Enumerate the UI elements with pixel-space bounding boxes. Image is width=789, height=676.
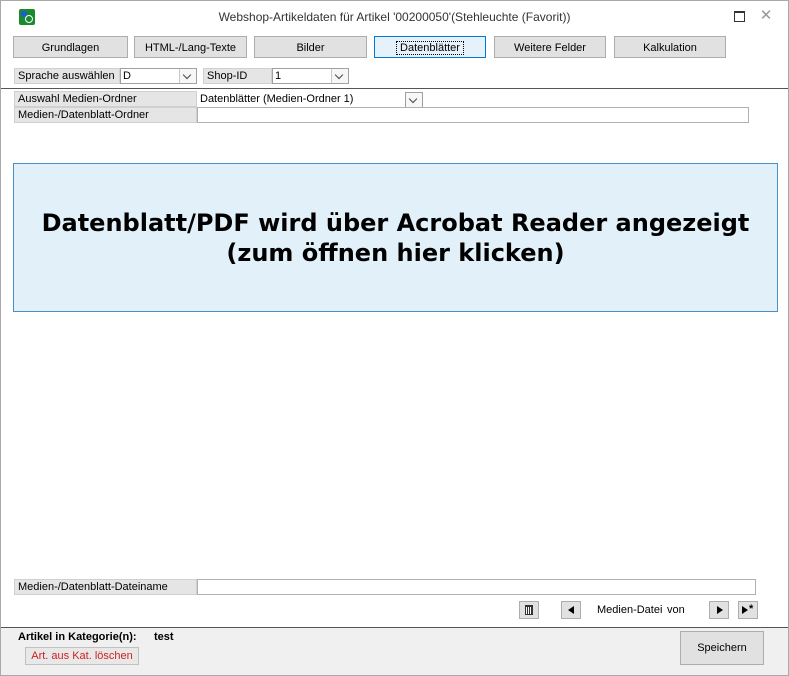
asterisk-icon: * bbox=[749, 603, 754, 615]
media-filename-field[interactable] bbox=[197, 579, 756, 595]
window-title: Webshop-Artikeldaten für Artikel '002000… bbox=[218, 10, 571, 24]
language-select[interactable]: D bbox=[120, 68, 197, 84]
next-button[interactable] bbox=[709, 601, 729, 619]
von-label: von bbox=[667, 604, 685, 616]
divider bbox=[1, 627, 788, 628]
divider bbox=[1, 88, 788, 89]
pdf-panel-line1: Datenblatt/PDF wird über Acrobat Reader … bbox=[41, 209, 750, 237]
tab-kalkulation[interactable]: Kalkulation bbox=[614, 36, 726, 58]
shop-id-select[interactable]: 1 bbox=[272, 68, 349, 84]
tab-label: Kalkulation bbox=[643, 42, 697, 54]
main-window: Webshop-Artikeldaten für Artikel '002000… bbox=[0, 0, 789, 676]
arrow-right-icon bbox=[717, 606, 723, 614]
media-path-field[interactable] bbox=[197, 107, 749, 123]
tab-label: Grundlagen bbox=[41, 42, 100, 54]
maximize-button[interactable] bbox=[729, 6, 749, 26]
tab-weitere-felder[interactable]: Weitere Felder bbox=[494, 36, 606, 58]
pdf-viewer-panel[interactable]: Datenblatt/PDF wird über Acrobat Reader … bbox=[13, 163, 778, 312]
tab-html-texte[interactable]: HTML-/Lang-Texte bbox=[134, 36, 247, 58]
chevron-down-icon[interactable] bbox=[331, 69, 348, 83]
category-value: test bbox=[154, 631, 174, 643]
trash-icon bbox=[525, 605, 533, 615]
media-folder-value: Datenblätter (Medien-Ordner 1) bbox=[200, 93, 354, 105]
tab-label: Bilder bbox=[296, 42, 325, 54]
tab-datenblaetter[interactable]: Datenblätter bbox=[374, 36, 486, 58]
tab-label: HTML-/Lang-Texte bbox=[144, 42, 237, 54]
previous-button[interactable] bbox=[561, 601, 581, 619]
media-path-label: Medien-/Datenblatt-Ordner bbox=[14, 107, 197, 123]
language-value: D bbox=[123, 70, 131, 82]
chevron-down-icon[interactable] bbox=[405, 92, 423, 108]
close-button[interactable]: ✕ bbox=[756, 6, 776, 26]
save-button[interactable]: Speichern bbox=[680, 631, 764, 665]
pdf-panel-line2: (zum öffnen hier klicken) bbox=[226, 239, 565, 267]
remove-from-category-button[interactable]: Art. aus Kat. löschen bbox=[25, 647, 139, 665]
shop-id-value: 1 bbox=[275, 70, 282, 82]
tab-label: Datenblätter bbox=[396, 41, 464, 55]
title-bar: Webshop-Artikeldaten für Artikel '002000… bbox=[1, 1, 788, 31]
shop-id-label: Shop-ID bbox=[203, 68, 272, 84]
delete-media-button[interactable] bbox=[519, 601, 539, 619]
media-filename-label: Medien-/Datenblatt-Dateiname bbox=[14, 579, 197, 595]
media-folder-select[interactable]: Datenblätter (Medien-Ordner 1) bbox=[197, 91, 424, 108]
media-folder-label: Auswahl Medien-Ordner bbox=[14, 91, 197, 107]
tab-label: Weitere Felder bbox=[514, 42, 586, 54]
arrow-left-icon bbox=[568, 606, 574, 614]
category-label: Artikel in Kategorie(n): bbox=[18, 631, 137, 643]
language-label: Sprache auswählen bbox=[14, 68, 120, 84]
tab-bilder[interactable]: Bilder bbox=[254, 36, 367, 58]
new-record-icon bbox=[742, 606, 748, 614]
new-record-button[interactable]: * bbox=[738, 601, 758, 619]
tab-grundlagen[interactable]: Grundlagen bbox=[13, 36, 128, 58]
chevron-down-icon[interactable] bbox=[179, 69, 196, 83]
media-file-label: Medien-Datei bbox=[597, 604, 663, 616]
